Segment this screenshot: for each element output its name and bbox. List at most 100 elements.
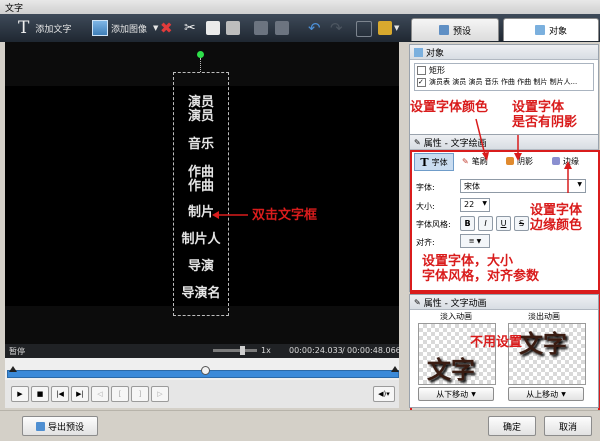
objects-icon [534,25,545,35]
volume-button[interactable]: ◀)▾ [373,386,395,402]
rotate-handle[interactable] [197,51,204,58]
delete-button[interactable]: ✖ [160,14,173,42]
skip-forward-button[interactable]: ▶| [71,386,89,402]
text-animation-title: 属性 - 文字动画 [423,298,487,309]
fade-in-preview[interactable]: 文字 [418,323,496,385]
playhead[interactable] [201,366,210,375]
mark-in-button[interactable]: [ [111,386,129,402]
playback-state: 暂停 [9,347,25,356]
chevron-down-icon: ▼ [394,24,400,32]
text-tool-icon: T [18,18,30,38]
text-frame[interactable]: 演员 演员 音乐 作曲 作曲 制片 制片人 导演 导演名 [173,72,229,316]
tab-presets[interactable]: 预设 [411,18,499,41]
bottom-bar: 导出预设 确定 取消 [0,410,600,441]
background-dropdown[interactable]: ▼ [394,14,399,42]
credit-line: 演员 演员 [187,95,214,124]
panel-tabs: 预设 对象 [411,18,599,42]
paste-icon[interactable] [226,21,240,35]
copy-icon[interactable] [206,21,220,35]
grid-icon[interactable] [356,21,372,37]
tab-objects[interactable]: 对象 [503,18,599,41]
annotation-size-style: 设置字体，大小 字体风格，对齐参数 [422,254,540,284]
add-text-label: 添加文字 [35,24,72,35]
zoom-slider-thumb[interactable] [240,346,245,355]
credit-line: 制片人 [181,232,221,247]
zoom-slider[interactable] [213,349,257,352]
next-frame-button[interactable]: ▷ [151,386,169,402]
export-preset-button[interactable]: 导出预设 [22,416,98,436]
annotation-border-color: 设置字体 边缘颜色 [530,203,583,233]
export-label: 导出预设 [47,422,84,433]
text-animation-header: ✎ 属性 - 文字动画 [410,295,598,310]
window-title: 文字 [5,4,24,14]
animation-icon: ✎ [414,297,421,307]
zoom-level: 1x [261,346,271,355]
fade-out-select[interactable]: 从上移动 ▼ [508,387,584,401]
credit-line: 音乐 [187,137,214,152]
next-frame-icon: ▷ [157,390,163,398]
play-button[interactable]: ▶ [11,386,29,402]
prev-frame-icon: ◁ [97,390,103,398]
background-color-icon[interactable] [378,21,392,35]
annotation-double-click: 双击文字框 [252,208,318,223]
skip-back-icon: |◀ [56,390,64,398]
checkbox[interactable] [417,66,426,75]
add-image-button[interactable]: 添加图像 ▼ [92,14,158,42]
objects-list[interactable]: 矩形 ✓ 演员表 演员 演员 音乐 作曲 作曲 制片 制片人... [414,63,594,91]
preview-text: 文字 [427,356,475,384]
total-time: 00:00:48.066 [347,346,401,355]
fade-out-label: 淡出动画 [528,312,560,321]
annotation-font-color: 设置字体颜色 [410,100,489,115]
scissors-icon: ✂ [184,20,196,36]
cut-button[interactable]: ✂ [184,14,196,42]
bring-forward-icon[interactable] [254,21,268,35]
objects-panel-header: 对象 [410,45,598,60]
annotation-arrow [212,211,248,219]
chevron-down-icon: ▼ [561,390,566,398]
checkbox-checked[interactable]: ✓ [417,77,426,87]
cancel-button[interactable]: 取消 [544,416,592,436]
status-bar: 暂停 1x 00:00:24.033 / 00:00:48.066 [5,344,401,358]
chevron-down-icon: ▼ [471,390,476,398]
mark-out-icon: ] [138,390,142,398]
tab-presets-label: 预设 [452,26,471,37]
prev-frame-button[interactable]: ◁ [91,386,109,402]
credit-line: 导演名 [181,286,221,301]
annotation-unused: 不用设置 [470,335,523,350]
ok-button[interactable]: 确定 [488,416,536,436]
send-backward-icon[interactable] [275,21,289,35]
fade-out-preview[interactable]: 文字 [508,323,586,385]
tab-objects-label: 对象 [548,26,567,37]
time-separator: / [342,346,345,355]
brush-icon: ✎ [414,137,421,147]
chevron-down-icon[interactable]: ▼ [153,24,158,32]
timeline[interactable] [5,358,399,380]
current-time: 00:00:24.033 [289,346,343,355]
presets-icon [438,25,449,35]
start-marker[interactable] [9,366,17,372]
objects-panel-title: 对象 [426,48,445,59]
preview-text: 文字 [519,330,567,358]
fade-in-value: 从下移动 [436,389,469,399]
end-marker[interactable] [391,366,399,372]
mark-out-button[interactable]: ] [131,386,149,402]
add-image-label: 添加图像 [111,24,148,35]
fade-in-select[interactable]: 从下移动 ▼ [418,387,494,401]
text-animation-panel: ✎ 属性 - 文字动画 淡入动画 淡出动画 文字 文字 不用设置 从下移动 ▼ … [409,294,599,408]
stop-button[interactable]: ■ [31,386,49,402]
rotate-handle-line [200,58,201,72]
speaker-icon: ◀)▾ [378,390,390,398]
fade-out-value: 从上移动 [526,389,559,399]
fade-in-label: 淡入动画 [440,312,472,321]
undo-icon: ↶ [308,19,321,37]
list-item[interactable]: ✓ 演员表 演员 演员 音乐 作曲 作曲 制片 制片人... [417,77,577,87]
redo-button[interactable]: ↷ [330,14,343,42]
redo-icon: ↷ [330,19,343,37]
undo-button[interactable]: ↶ [308,14,321,42]
add-text-button[interactable]: T 添加文字 [18,14,71,42]
window-titlebar: 文字 [0,0,600,15]
list-item[interactable]: 矩形 [417,65,445,76]
export-icon [35,421,45,431]
skip-back-button[interactable]: |◀ [51,386,69,402]
image-icon [92,20,108,36]
